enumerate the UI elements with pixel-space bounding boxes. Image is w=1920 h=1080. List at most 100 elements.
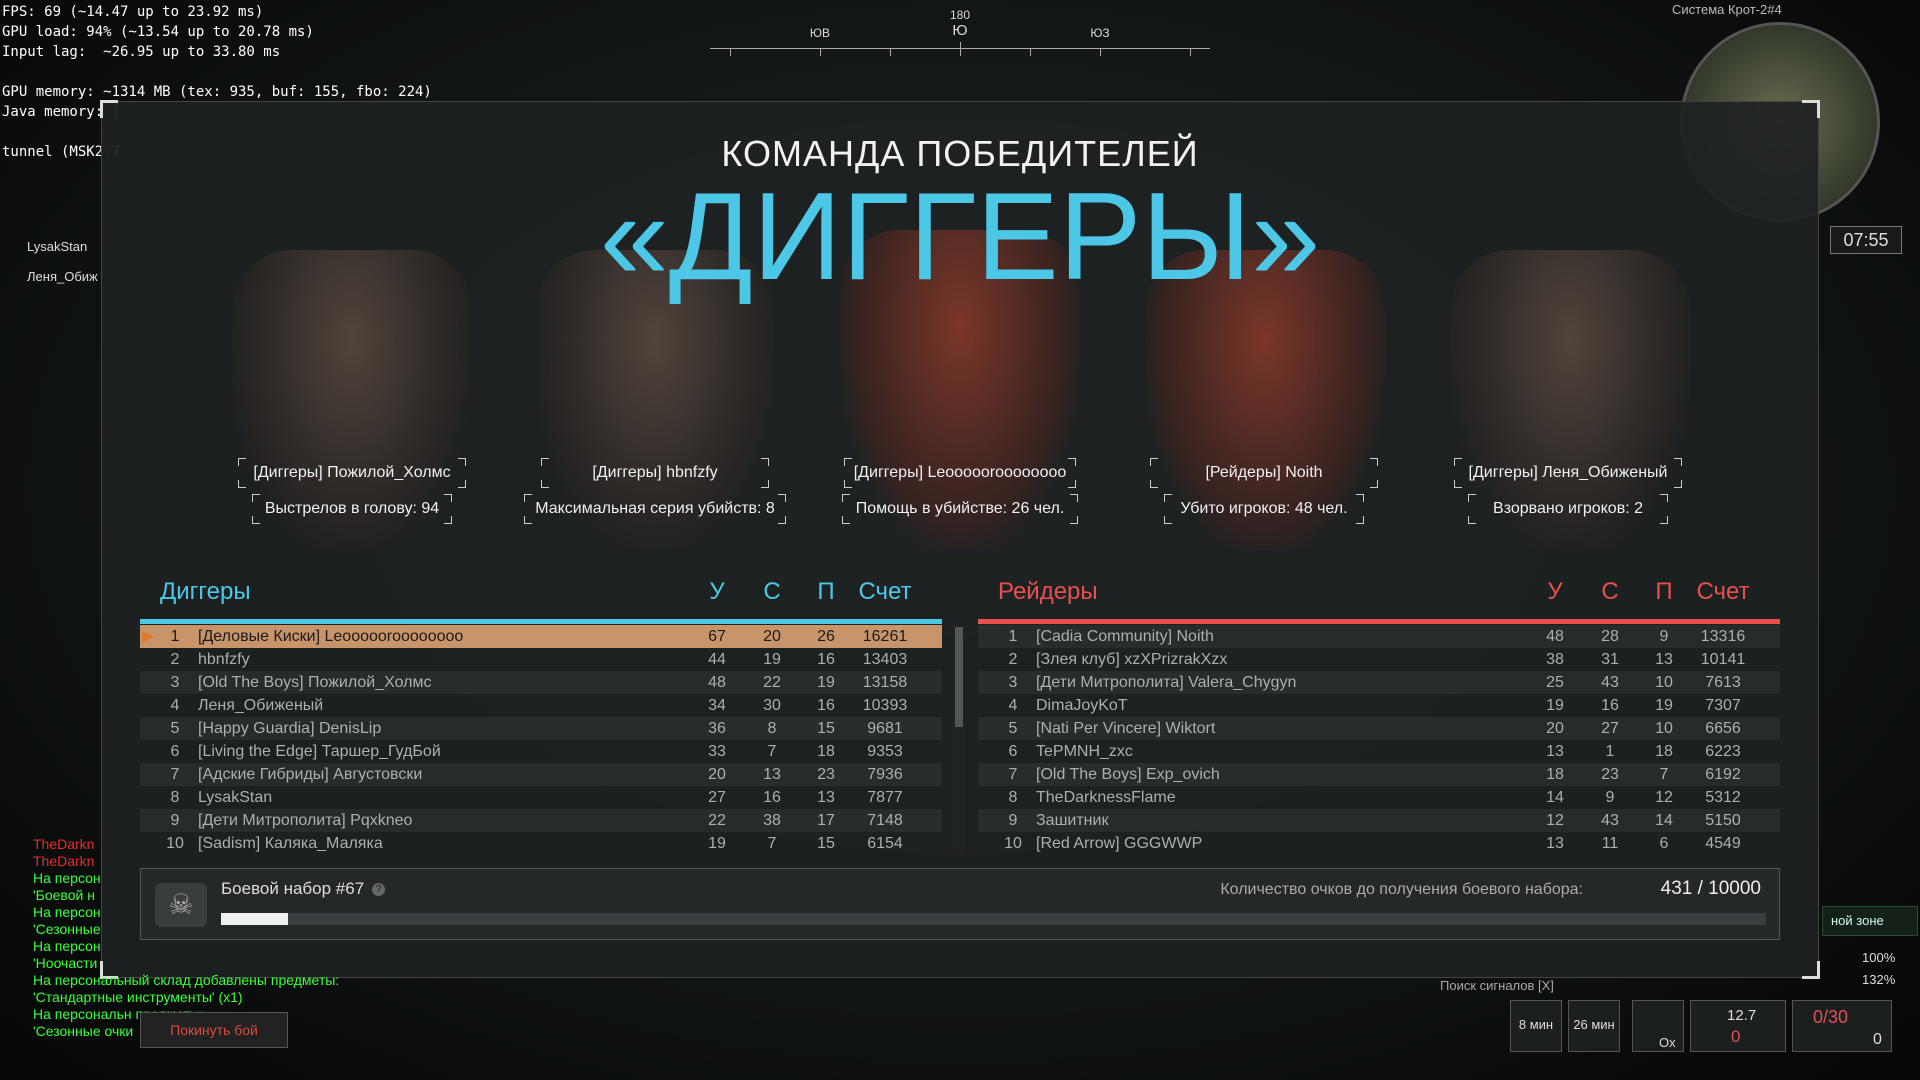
cell-rank: 1: [170, 628, 180, 645]
chat-line: 'Ноочасти: [33, 955, 98, 971]
cell-assists: 9: [1659, 628, 1669, 645]
cell-player: [Адские Гибриды] Августовски: [198, 766, 423, 783]
table-row[interactable]: 2 [Злея клуб] xzXPrizrakXzx 38 31 13 10141: [978, 648, 1780, 671]
cell-score: 13403: [862, 651, 908, 668]
table-row[interactable]: 4 Леня_Обиженый 34 30 16 10393: [140, 694, 942, 717]
cell-score: 5312: [1705, 789, 1741, 806]
cell-deaths: 43: [1601, 674, 1619, 691]
cell-kills: 36: [708, 720, 726, 737]
table-row[interactable]: 1 [Деловые Киски] Leoooooroooooooo 67 20 26 1…: [140, 625, 942, 648]
chat-line: 'Стандартные инструменты' (x1): [33, 989, 243, 1005]
team-left-bar: [140, 619, 942, 624]
team-left-col-deaths: С: [763, 578, 781, 605]
cell-assists: 15: [817, 720, 835, 737]
cell-rank: 5: [170, 720, 180, 737]
cell-assists: 6: [1659, 835, 1669, 852]
signal-search-label[interactable]: Поиск сигналов [X]: [1440, 978, 1554, 993]
cell-deaths: 22: [763, 674, 781, 691]
compass-heading: 180: [949, 8, 971, 22]
cell-deaths: 38: [763, 812, 781, 829]
cell-rank: 6: [1008, 743, 1018, 760]
table-row[interactable]: 5 [Happy Guardia] DenisLip 36 8 15 9681: [140, 717, 942, 740]
mvp-3-stat: Помощь в убийстве: 26 чел.: [842, 494, 1078, 524]
ammo-reserve: 0: [1873, 1031, 1882, 1048]
table-row[interactable]: 9 Зашитник 12 43 14 5150: [978, 809, 1780, 832]
table-row[interactable]: 6 [Living the Edge] Таршер_ГудБой 33 7 18 935…: [140, 740, 942, 763]
team-right-col-score: Счет: [1696, 578, 1750, 605]
cell-deaths: 7: [767, 743, 777, 760]
table-row[interactable]: 5 [Nati Per Vincere] Wiktort 20 27 10 6656: [978, 717, 1780, 740]
team-right-col-deaths: С: [1601, 578, 1619, 605]
ammo-panel: 0/30 0: [1792, 1000, 1892, 1052]
cell-kills: 13: [1546, 743, 1564, 760]
table-row[interactable]: 7 [Old The Boys] Exp_ovich 18 23 7 6192: [978, 763, 1780, 786]
cell-deaths: 27: [1601, 720, 1619, 737]
table-row[interactable]: 8 LysakStan 27 16 13 7877: [140, 786, 942, 809]
mvp-2-stat: Максимальная серия убийств: 8: [524, 494, 786, 524]
timer-slot-2[interactable]: 26 мин: [1568, 1000, 1620, 1052]
cell-kills: 67: [708, 628, 726, 645]
debug-line: [2, 62, 432, 82]
cell-deaths: 7: [767, 835, 777, 852]
oxygen-slot: Ox: [1632, 1000, 1684, 1052]
cell-rank: 2: [1008, 651, 1018, 668]
cell-score: 6192: [1705, 766, 1741, 783]
cell-deaths: 43: [1601, 812, 1619, 829]
cell-deaths: 9: [1605, 789, 1615, 806]
table-row[interactable]: 7 [Адские Гибриды] Августовски 20 13 23 7936: [140, 763, 942, 786]
team-right-table: 1 [Cadia Community] Noith 48 28 9 13316 2 [Злея…: [978, 625, 1780, 855]
table-row[interactable]: 8 TheDarknessFlame 14 9 12 5312: [978, 786, 1780, 809]
team-right-name: Рейдеры: [998, 578, 1098, 605]
mvp-1-name: [Диггеры] Пожилой_Холмс: [238, 458, 466, 488]
cell-assists: 19: [1655, 697, 1673, 714]
debug-line: GPU load: 94% (~13.54 up to 20.78 ms): [2, 24, 314, 40]
cell-rank: 1: [1008, 628, 1018, 645]
cell-player: DimaJoyKoT: [1036, 697, 1128, 714]
mvp-1-stat: Выстрелов в голову: 94: [252, 494, 452, 524]
team-left-table: 1 [Деловые Киски] Leoooooroooooooo 67 20 26 1…: [140, 625, 942, 855]
table-row[interactable]: 3 [Дети Митрополита] Valera_Chygyn 25 43 10 7…: [978, 671, 1780, 694]
chat-line: 'Боевой н: [33, 887, 95, 903]
table-row[interactable]: 3 [Old The Boys] Пожилой_Холмс 48 22 19 13158: [140, 671, 942, 694]
cell-kills: 13: [1546, 835, 1564, 852]
hud-percent-1: 100%: [1862, 950, 1896, 965]
cell-score: 6223: [1705, 743, 1741, 760]
table-row[interactable]: 2 hbnfzfy 44 19 16 13403: [140, 648, 942, 671]
table-row[interactable]: 10 [Red Arrow] GGGWWP 13 11 6 4549: [978, 832, 1780, 855]
hud-percent-2: 132%: [1862, 972, 1896, 987]
cell-player: Зашитник: [1036, 812, 1109, 829]
leave-battle-button[interactable]: Покинуть бой: [140, 1012, 288, 1048]
cell-deaths: 30: [763, 697, 781, 714]
cell-player: [Nati Per Vincere] Wiktort: [1036, 720, 1216, 737]
cell-deaths: 11: [1601, 835, 1619, 852]
chat-line: На персон: [33, 870, 101, 886]
cell-score: 7877: [867, 789, 903, 806]
cell-player: TheDarknessFlame: [1036, 789, 1176, 806]
battle-kit-points: 431 / 10000: [1660, 878, 1761, 899]
cell-score: 9353: [867, 743, 903, 760]
cell-kills: 33: [708, 743, 726, 760]
cell-kills: 25: [1546, 674, 1564, 691]
cell-deaths: 16: [1601, 697, 1619, 714]
cell-kills: 27: [708, 789, 726, 806]
winning-team-name: «ДИГГЕРЫ»: [599, 168, 1321, 306]
table-row[interactable]: 6 TePMNH_zxc 13 1 18 6223: [978, 740, 1780, 763]
cell-deaths: 13: [763, 766, 781, 783]
cell-player: [Деловые Киски] Leoooooroooooooo: [198, 628, 464, 645]
table-scrollbar[interactable]: [953, 625, 965, 853]
cell-assists: 13: [1655, 651, 1673, 668]
debug-line: Input lag: ~26.95 up to 33.80 ms: [2, 44, 281, 60]
table-row[interactable]: 1 [Cadia Community] Noith 48 28 9 13316: [978, 625, 1780, 648]
table-row[interactable]: 9 [Дети Митрополита] Pqxkneo 22 38 17 7148: [140, 809, 942, 832]
table-row[interactable]: 4 DimaJoyKoT 19 16 19 7307: [978, 694, 1780, 717]
chat-log: TheDarkn TheDarkn На персон 'Боевой н На пер…: [33, 836, 373, 1040]
cell-player: [Дети Митрополита] Valera_Chygyn: [1036, 674, 1297, 691]
timer-slot-1[interactable]: 8 мин: [1510, 1000, 1562, 1052]
help-icon[interactable]: ?: [372, 883, 386, 897]
cell-kills: 12: [1546, 812, 1564, 829]
speed-zero: 0: [1731, 1027, 1741, 1046]
team-right-col-assists: П: [1655, 578, 1673, 605]
zone-label: ной зоне: [1822, 906, 1918, 936]
cell-rank: 4: [1008, 697, 1018, 714]
cell-score: 13316: [1700, 628, 1746, 645]
